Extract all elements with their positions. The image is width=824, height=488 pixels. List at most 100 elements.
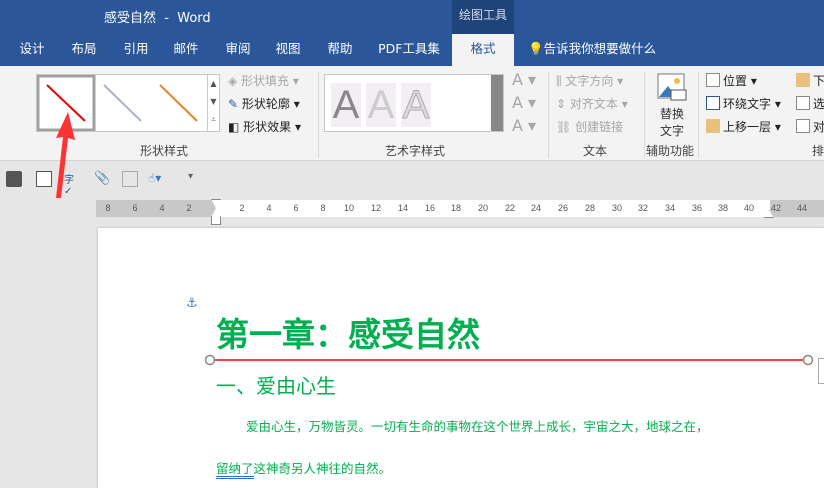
document-page[interactable]: ⚓ 第一章：感受自然 一、爱由心生 爱由心生，万物皆灵。一切有生命的事物在这个世… bbox=[98, 228, 824, 488]
tell-me-search[interactable]: 💡告诉我你想要做什么 bbox=[528, 34, 668, 66]
paint-bucket-icon: ◈ bbox=[228, 74, 242, 88]
wordart-style-1[interactable]: A bbox=[331, 83, 361, 127]
ruler-tick: 40 bbox=[743, 203, 754, 213]
ruler-tick: 4 bbox=[266, 203, 272, 213]
anchor-icon: ⚓ bbox=[186, 296, 198, 311]
wrap-text-icon bbox=[706, 96, 720, 110]
selection-pane-icon bbox=[796, 96, 810, 110]
ruler-tick: 26 bbox=[557, 203, 568, 213]
align-text-icon: ⇕ bbox=[556, 97, 570, 111]
gallery-scroll[interactable]: ▲ ▼ ⩡ bbox=[207, 75, 219, 131]
ruler-tick: 28 bbox=[584, 203, 595, 213]
paragraph-line-1[interactable]: 爱由心生，万物皆灵。一切有生命的事物在这个世界上成长，宇宙之大，地球之在， bbox=[246, 416, 709, 435]
picture-icon bbox=[657, 73, 687, 101]
ruler-tick: 10 bbox=[343, 203, 354, 213]
ruler-tick: 22 bbox=[504, 203, 515, 213]
quick-access-toolbar: 字✓ 📎 ☝▾ ▾ bbox=[0, 161, 824, 197]
tell-me-label: 告诉我你想要做什么 bbox=[543, 41, 657, 56]
ruler-tick: 30 bbox=[611, 203, 622, 213]
red-arrow-annotation bbox=[56, 112, 75, 198]
gray-line-preset bbox=[103, 84, 142, 122]
ruler-tick: 14 bbox=[397, 203, 408, 213]
ruler-tick: 36 bbox=[691, 203, 702, 213]
ruler-tick: 8 bbox=[105, 203, 111, 213]
customize-qat-icon[interactable]: ▾ bbox=[188, 171, 204, 187]
shape-effects-button[interactable]: ◧ 形状效果 ▾ bbox=[228, 118, 301, 135]
link-icon: ⛓ bbox=[556, 120, 576, 134]
tab-pdf-tools[interactable]: PDF工具集 bbox=[372, 34, 446, 66]
pen-icon: ✎ bbox=[228, 97, 242, 111]
ruler-tick: 44 bbox=[796, 203, 807, 213]
bring-forward-button[interactable]: 上移一层 ▾ bbox=[706, 118, 781, 135]
align-icon bbox=[796, 119, 810, 133]
ruler-tick: 38 bbox=[717, 203, 728, 213]
group-label-arrange: 排 bbox=[812, 144, 824, 158]
position-icon bbox=[706, 73, 720, 87]
wordart-style-3[interactable]: A bbox=[401, 83, 431, 128]
group-label-wordart: 艺术字样式 bbox=[385, 144, 446, 158]
send-backward-icon bbox=[796, 73, 810, 87]
wrap-text-button[interactable]: 环绕文字 ▾ bbox=[706, 95, 781, 112]
title-bar: 感受自然 - Word 绘图工具 bbox=[0, 0, 824, 34]
tab-review[interactable]: 审阅 bbox=[218, 34, 258, 66]
ruler-tick: 6 bbox=[293, 203, 299, 213]
layout-options-button[interactable] bbox=[818, 358, 824, 384]
ribbon-tabs: 设计 布局 引用 邮件 审阅 视图 帮助 PDF工具集 格式 💡告诉我你想要做什… bbox=[0, 34, 824, 66]
heading-1[interactable]: 第一章：感受自然 bbox=[216, 308, 480, 356]
heading-2[interactable]: 一、爱由心生 bbox=[216, 370, 336, 399]
ruler-tick: 18 bbox=[450, 203, 461, 213]
grammar-underlined-text[interactable]: 留纳了 bbox=[216, 461, 254, 479]
selected-line-shape[interactable] bbox=[202, 353, 822, 367]
print-icon[interactable] bbox=[6, 171, 22, 187]
shape-outline-button[interactable]: ✎ 形状轮廓 ▾ bbox=[228, 95, 300, 112]
wordart-style-2[interactable]: A bbox=[366, 83, 396, 127]
ruler-tick: 2 bbox=[239, 203, 245, 213]
edit-icon[interactable] bbox=[122, 171, 138, 187]
ruler-tick: 12 bbox=[370, 203, 381, 213]
tab-layout[interactable]: 布局 bbox=[64, 34, 104, 66]
text-effects-icon[interactable]: A ▾ bbox=[512, 116, 536, 135]
selection-pane-button[interactable]: 选 bbox=[796, 95, 824, 112]
tab-references[interactable]: 引用 bbox=[116, 34, 156, 66]
send-backward-button[interactable]: 下 bbox=[796, 72, 824, 89]
group-label-accessibility: 辅助功能 bbox=[646, 144, 695, 158]
ruler-tick: 2 bbox=[186, 203, 192, 213]
bring-forward-icon bbox=[706, 119, 720, 133]
tab-mailings[interactable]: 邮件 bbox=[166, 34, 206, 66]
ribbon: ▲ ▼ ⩡ ◈ 形状填充 ▾ ✎ 形状轮廓 ▾ ◧ 形状效果 ▾ 形状样式 A A … bbox=[0, 66, 824, 161]
touch-mode-icon[interactable]: ☝▾ bbox=[148, 171, 164, 187]
context-tab-drawing-tools: 绘图工具 bbox=[452, 0, 514, 34]
window-title: 感受自然 - Word bbox=[104, 11, 211, 26]
attach-icon[interactable]: 📎 bbox=[94, 171, 110, 187]
shape-fill-button[interactable]: ◈ 形状填充 ▾ bbox=[228, 72, 299, 89]
gallery-scroll[interactable] bbox=[491, 75, 503, 131]
align-button[interactable]: 对 bbox=[796, 118, 824, 135]
create-link-button[interactable]: ⛓ 创建链接 bbox=[556, 118, 623, 135]
ruler-tick: 6 bbox=[132, 203, 138, 213]
line-start-handle bbox=[204, 354, 216, 366]
ruler-tick: 32 bbox=[637, 203, 648, 213]
text-direction-button[interactable]: ⫼ 文字方向 ▾ bbox=[556, 72, 623, 89]
ruler-tick: 24 bbox=[530, 203, 541, 213]
tab-help[interactable]: 帮助 bbox=[320, 34, 360, 66]
group-label-shape-styles: 形状样式 bbox=[140, 144, 189, 158]
group-label-text: 文本 bbox=[583, 144, 608, 158]
align-text-button[interactable]: ⇕ 对齐文本 ▾ bbox=[556, 95, 628, 112]
ruler-tick: 8 bbox=[320, 203, 326, 213]
text-outline-icon[interactable]: A ▾ bbox=[512, 93, 536, 112]
orange-line-preset bbox=[159, 84, 198, 122]
text-fill-icon[interactable]: A ▾ bbox=[512, 70, 536, 89]
ruler-tick: 16 bbox=[424, 203, 435, 213]
ruler-tick: 4 bbox=[159, 203, 165, 213]
ruler-tick: 20 bbox=[477, 203, 488, 213]
paragraph-line-2[interactable]: 留纳了这神奇另人神往的自然。 bbox=[216, 458, 391, 479]
lightbulb-icon: 💡 bbox=[528, 41, 544, 56]
text-direction-icon: ⫼ bbox=[556, 74, 566, 88]
alt-text-button[interactable]: 替换 文字 bbox=[652, 72, 692, 139]
tab-view[interactable]: 视图 bbox=[268, 34, 308, 66]
tab-format[interactable]: 格式 bbox=[452, 34, 514, 66]
effects-icon: ◧ bbox=[228, 120, 244, 134]
position-button[interactable]: 位置 ▾ bbox=[706, 72, 757, 89]
tab-design[interactable]: 设计 bbox=[12, 34, 52, 66]
wordart-gallery[interactable]: A A A bbox=[324, 74, 504, 132]
